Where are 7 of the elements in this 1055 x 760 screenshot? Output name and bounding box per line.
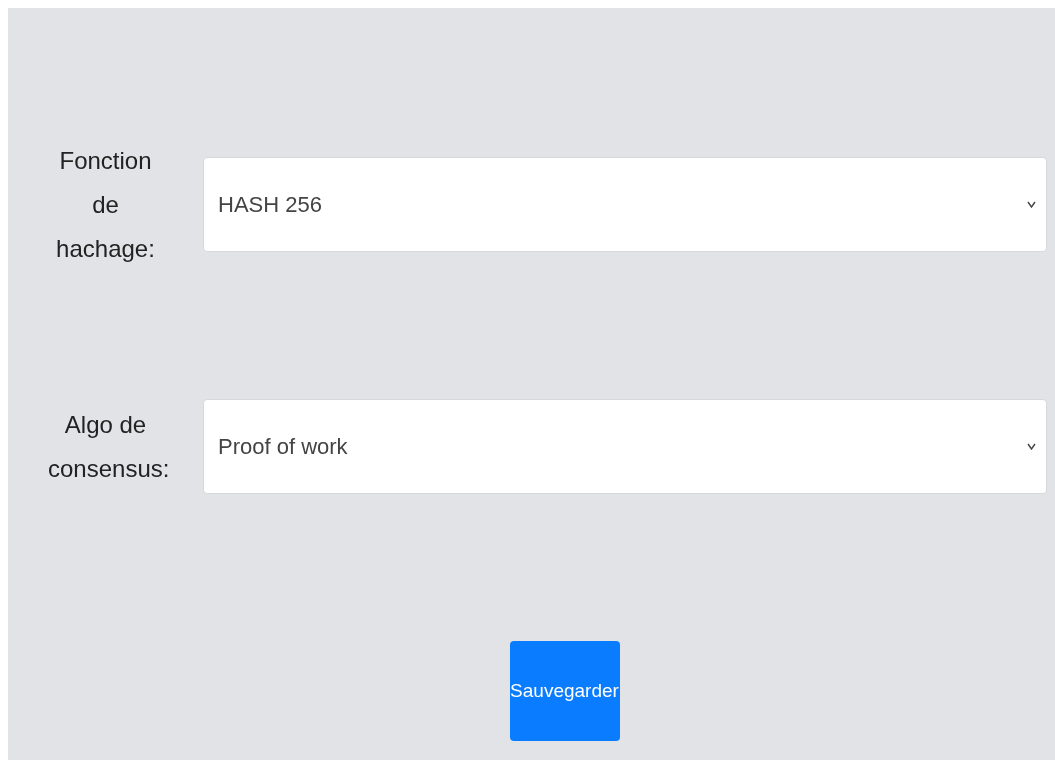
dropdown[interactable]: HASH 256: [203, 157, 1047, 252]
caret-icon: [1027, 443, 1036, 450]
caret-icon: [1027, 201, 1036, 208]
field-label: Fonction de hachage:: [55, 145, 156, 264]
dropdown[interactable]: Proof of work: [203, 399, 1047, 494]
field-label: Algo de consensus:: [47, 409, 171, 484]
save-button[interactable]: Sauvegarder: [509, 641, 620, 741]
